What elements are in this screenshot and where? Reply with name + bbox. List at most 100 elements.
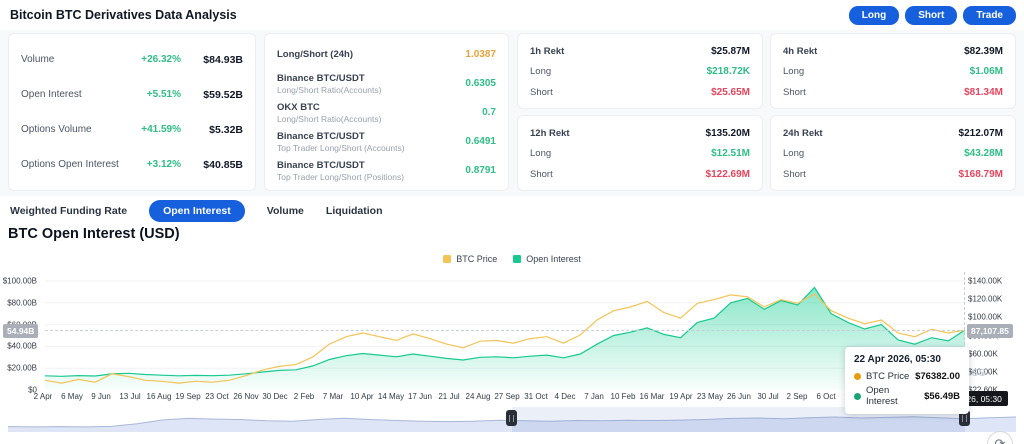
right-axis-tick: $120.00K — [968, 294, 1003, 304]
trade-button[interactable]: Trade — [963, 6, 1016, 25]
rekt-title: 4h Rekt — [783, 45, 818, 57]
tooltip-value: $76382.00 — [915, 371, 960, 382]
x-axis: 2 Apr 6 May 9 Jun 13 Jul 16 Aug 19 Sep 23 Oct 2… — [34, 392, 973, 404]
chart-svg — [45, 280, 965, 390]
rekt-total: $82.39M — [964, 45, 1003, 57]
right-axis-tick: $60.00K — [968, 349, 998, 359]
open-interest-swatch-icon — [513, 255, 522, 263]
x-axis-tick: 16 Mar — [639, 392, 665, 401]
left-axis-tick: $100.00B — [2, 276, 37, 286]
tooltip-label: BTC Price — [866, 371, 910, 382]
rekt-card-1h: 1h Rekt $25.87M Long $218.72K Short $25.65M — [517, 33, 763, 109]
stat-label: Volume — [21, 54, 55, 65]
ratio-sublabel: Long/Short Ratio(Accounts) — [277, 113, 382, 124]
volume-stats-card: Volume +26.32% $84.93B Open Interest +5.… — [8, 33, 256, 191]
x-axis-tick: 19 Sep — [175, 392, 201, 401]
open-interest-axis-badge: 54.94B — [3, 324, 39, 338]
x-axis-tick: 4 Dec — [554, 392, 576, 401]
x-axis-tick: 19 Apr — [669, 392, 693, 401]
tooltip-date: 22 Apr 2026, 05:30 — [854, 354, 941, 365]
header: Bitcoin BTC Derivatives Data Analysis Lo… — [0, 0, 1024, 30]
tooltip-value: $56.49B — [924, 390, 960, 402]
rekt-long-label: Long — [530, 148, 552, 160]
legend-item-open-interest[interactable]: Open Interest — [513, 254, 581, 264]
x-axis-tick: 2 Sep — [786, 392, 808, 401]
x-axis-tick: 6 Oct — [816, 392, 836, 401]
right-axis-tick: $100.00K — [968, 312, 1003, 322]
legend-item-btc-price[interactable]: BTC Price — [443, 254, 497, 264]
current-value-dashed-line — [45, 330, 965, 331]
ratio-row: Binance BTC/USDT Long/Short Ratio(Accoun… — [277, 69, 496, 98]
ratio-value: 0.8791 — [465, 165, 496, 176]
tab-volume[interactable]: Volume — [267, 200, 304, 222]
rekt-title: 1h Rekt — [530, 45, 565, 57]
x-axis-tick: 10 Apr — [350, 392, 374, 401]
x-axis-tick: 16 Aug — [146, 392, 172, 401]
rekt-total: $135.20M — [705, 127, 750, 139]
ratio-label: Long/Short (24h) — [277, 49, 353, 60]
x-axis-tick: 23 Oct — [205, 392, 229, 401]
ratio-sublabel: Top Trader Long/Short (Positions) — [277, 171, 405, 182]
rekt-total: $212.07M — [958, 127, 1003, 139]
x-axis-tick: 14 May — [377, 392, 405, 401]
tab-weighted-funding-rate[interactable]: Weighted Funding Rate — [10, 200, 127, 222]
stat-change: +26.32% — [141, 54, 181, 65]
rekt-short-value: $81.34M — [964, 86, 1003, 98]
tab-open-interest[interactable]: Open Interest — [149, 200, 245, 222]
open-interest-dot-icon — [854, 392, 861, 400]
rekt-short-label: Short — [783, 168, 806, 180]
x-axis-tick: 6 May — [61, 392, 83, 401]
right-axis-tick: $140.00K — [968, 276, 1003, 286]
x-axis-tick: 31 Oct — [524, 392, 548, 401]
stat-row-volume: Volume +26.32% $84.93B — [21, 42, 243, 77]
left-axis-tick: $40.00B — [7, 341, 37, 351]
x-axis-tick: 27 Sep — [494, 392, 520, 401]
stat-row-open-interest: Open Interest +5.51% $59.52B — [21, 77, 243, 112]
rekt-long-value: $12.51M — [711, 148, 750, 160]
long-button[interactable]: Long — [848, 6, 900, 25]
rekt-card-4h: 4h Rekt $82.39M Long $1.06M Short $81.34M — [770, 33, 1016, 109]
x-axis-tick: 10 Feb — [610, 392, 636, 401]
btc-price-axis-badge: 87,107.85 — [967, 324, 1013, 338]
stat-value: $5.32B — [209, 123, 243, 136]
x-axis-tick: 30 Dec — [262, 392, 288, 401]
header-actions: Long Short Trade — [848, 6, 1016, 25]
left-axis-tick: $20.00B — [7, 363, 37, 373]
ratio-sublabel: Long/Short Ratio(Accounts) — [277, 84, 382, 95]
reset-zoom-icon[interactable]: ⟳ — [987, 431, 1013, 444]
chart-legend: BTC Price Open Interest — [0, 254, 1024, 264]
rekt-short-label: Short — [530, 168, 553, 180]
rekt-long-value: $1.06M — [969, 66, 1003, 78]
x-axis-tick: 24 Aug — [465, 392, 491, 401]
ratio-label: Binance BTC/USDT — [277, 130, 365, 142]
rekt-card-12h: 12h Rekt $135.20M Long $12.51M Short $122.6… — [517, 115, 763, 191]
x-axis-tick: 2 Feb — [293, 392, 315, 401]
rekt-title: 12h Rekt — [530, 127, 570, 139]
long-short-ratio-card: Long/Short (24h) 1.0387 Binance BTC/USDT… — [264, 33, 509, 191]
chart-tabs: Weighted Funding Rate Open Interest Volu… — [10, 199, 382, 223]
short-button[interactable]: Short — [905, 6, 958, 25]
ratio-row: Binance BTC/USDT Top Trader Long/Short (… — [277, 156, 496, 185]
x-axis-tick: 23 May — [696, 392, 724, 401]
x-axis-tick: 26 Nov — [233, 392, 259, 401]
stat-value: $84.93B — [203, 53, 243, 66]
rekt-long-label: Long — [783, 148, 805, 160]
rekt-card-24h: 24h Rekt $212.07M Long $43.28M Short $168.7… — [770, 115, 1016, 191]
stat-label: Open Interest — [21, 89, 82, 100]
stat-value: $40.85B — [203, 158, 243, 171]
rekt-long-label: Long — [530, 66, 552, 78]
x-axis-tick: 26 Jun — [726, 392, 752, 401]
tab-liquidation[interactable]: Liquidation — [326, 200, 383, 222]
ratio-value: 1.0387 — [465, 49, 496, 60]
tooltip-row-btc-price: BTC Price $76382.00 — [854, 371, 960, 382]
ratio-label: Binance BTC/USDT — [277, 72, 365, 84]
stat-value: $59.52B — [203, 88, 243, 101]
stat-change: +41.59% — [141, 124, 181, 135]
navigator-left-handle[interactable] — [506, 410, 517, 426]
tooltip-row-open-interest: Open Interest $56.49B — [854, 385, 960, 407]
main-chart[interactable] — [45, 272, 965, 390]
x-axis-tick: 13 Jul — [119, 392, 141, 401]
rekt-short-value: $168.79M — [958, 168, 1003, 180]
ratio-value: 0.6305 — [465, 78, 496, 89]
stat-label: Options Volume — [21, 124, 92, 135]
